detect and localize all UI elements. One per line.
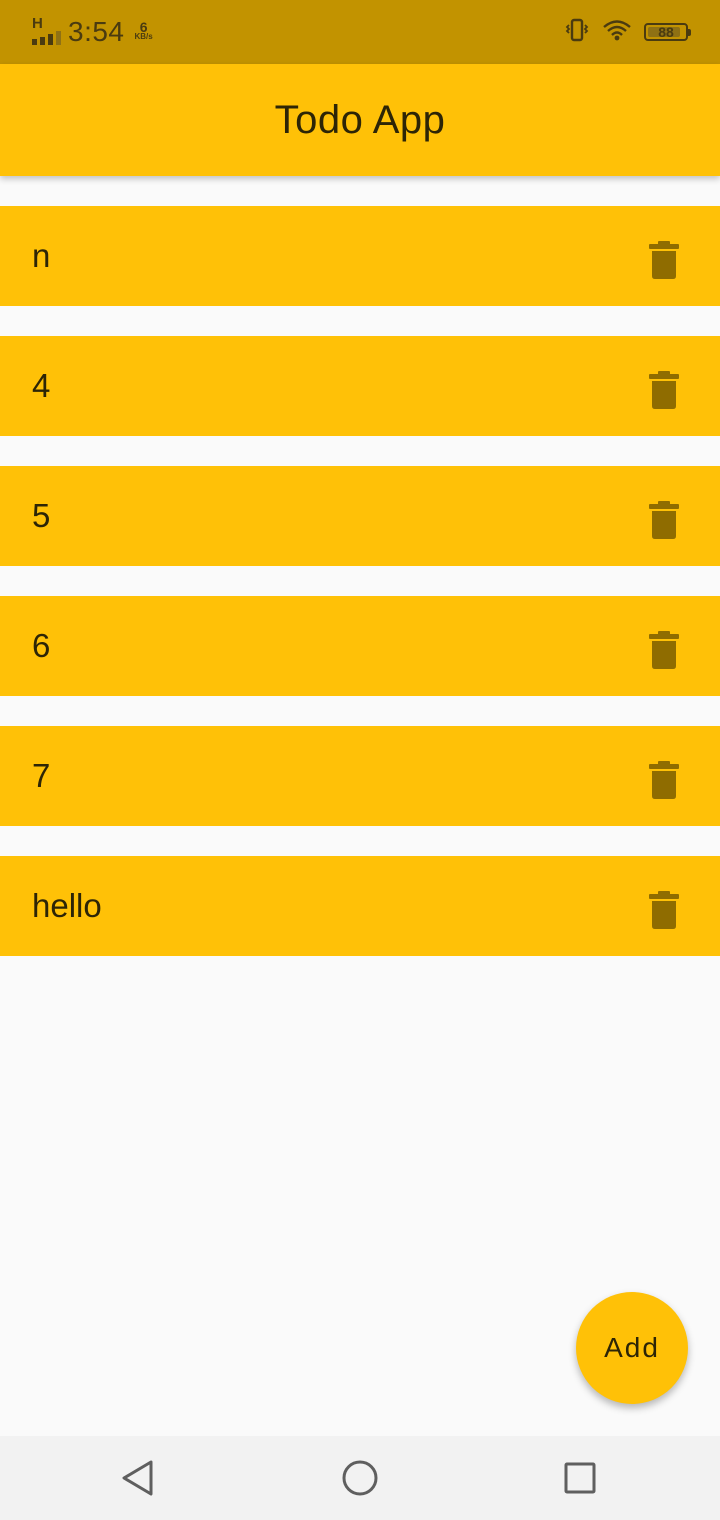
todo-item[interactable]: 7 <box>0 726 720 826</box>
delete-icon[interactable] <box>646 630 682 670</box>
todo-text: 7 <box>32 757 51 794</box>
battery-icon: 88 <box>644 23 691 41</box>
status-time: 3:54 <box>68 16 125 47</box>
status-right: 88 <box>564 16 691 48</box>
home-icon[interactable] <box>340 1458 380 1498</box>
status-left: H 3:54 6 KB/s <box>30 14 153 50</box>
todo-text: 5 <box>32 497 51 534</box>
app-bar: Todo App <box>0 64 720 176</box>
delete-icon[interactable] <box>646 240 682 280</box>
todo-item[interactable]: hello <box>0 856 720 956</box>
delete-icon[interactable] <box>646 370 682 410</box>
todo-list: n 4 5 6 7 hello <box>0 206 720 986</box>
todo-text: n <box>32 237 51 274</box>
signal-icon: H <box>30 15 61 47</box>
network-type: H <box>32 15 43 32</box>
back-icon[interactable] <box>118 1458 158 1498</box>
recents-icon[interactable] <box>560 1458 600 1498</box>
screen: H 3:54 6 KB/s 88 Todo App n 4 5 6 7 hell… <box>0 0 720 1520</box>
todo-text: hello <box>32 887 102 924</box>
todo-item[interactable]: 5 <box>0 466 720 566</box>
status-bar: H 3:54 6 KB/s 88 <box>0 0 720 64</box>
todo-text: 6 <box>32 627 51 664</box>
delete-icon[interactable] <box>646 760 682 800</box>
todo-text: 4 <box>32 367 51 404</box>
delete-icon[interactable] <box>646 500 682 540</box>
todo-item[interactable]: 6 <box>0 596 720 696</box>
data-speed: 6 KB/s <box>134 19 153 42</box>
page-title: Todo App <box>274 97 446 142</box>
data-speed-unit: KB/s <box>134 32 153 41</box>
todo-item[interactable]: 4 <box>0 336 720 436</box>
delete-icon[interactable] <box>646 890 682 930</box>
battery-level: 88 <box>658 24 674 40</box>
todo-item[interactable]: n <box>0 206 720 306</box>
nav-bar <box>0 1436 720 1520</box>
wifi-icon <box>602 18 632 47</box>
vibrate-icon <box>564 17 590 48</box>
add-button[interactable]: Add <box>576 1292 688 1404</box>
data-speed-value: 6 <box>139 19 148 35</box>
